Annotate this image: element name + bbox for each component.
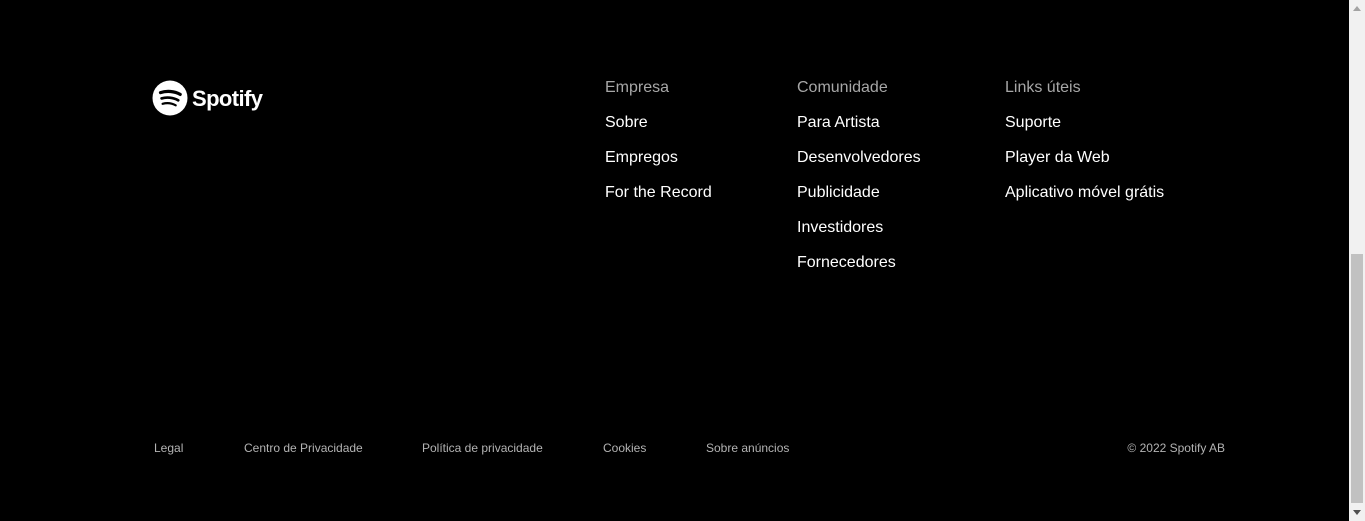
link-centro-de-privacidade[interactable]: Centro de Privacidade — [244, 440, 363, 456]
link-para-artista[interactable]: Para Artista — [797, 113, 921, 133]
column-links-uteis: Links úteis Suporte Player da Web Aplica… — [1005, 78, 1164, 218]
scrollbar-thumb[interactable] — [1351, 254, 1363, 503]
column-comunidade: Comunidade Para Artista Desenvolvedores … — [797, 78, 921, 288]
link-sobre[interactable]: Sobre — [605, 113, 712, 133]
link-empregos[interactable]: Empregos — [605, 148, 712, 168]
spotify-wordmark: Spotify — [192, 86, 263, 111]
link-cookies[interactable]: Cookies — [603, 440, 646, 456]
link-aplicativo-movel[interactable]: Aplicativo móvel grátis — [1005, 183, 1164, 203]
link-desenvolvedores[interactable]: Desenvolvedores — [797, 148, 921, 168]
link-publicidade[interactable]: Publicidade — [797, 183, 921, 203]
column-heading: Links úteis — [1005, 79, 1081, 96]
link-suporte[interactable]: Suporte — [1005, 113, 1164, 133]
arrow-up-icon — [1353, 6, 1361, 11]
scroll-up-button[interactable] — [1349, 0, 1365, 17]
column-heading: Comunidade — [797, 79, 888, 96]
link-politica-de-privacidade[interactable]: Política de privacidade — [422, 440, 543, 456]
column-empresa: Empresa Sobre Empregos For the Record — [605, 78, 712, 218]
link-sobre-anuncios[interactable]: Sobre anúncios — [706, 440, 789, 456]
link-investidores[interactable]: Investidores — [797, 218, 921, 238]
footer: Spotify Empresa Sobre Empregos For the R… — [0, 0, 1349, 521]
copyright-text: © 2022 Spotify AB — [1127, 441, 1225, 455]
vertical-scrollbar[interactable] — [1349, 0, 1365, 521]
page: Spotify Empresa Sobre Empregos For the R… — [0, 0, 1365, 521]
column-heading: Empresa — [605, 79, 670, 96]
link-player-da-web[interactable]: Player da Web — [1005, 148, 1164, 168]
link-for-the-record[interactable]: For the Record — [605, 183, 712, 203]
link-fornecedores[interactable]: Fornecedores — [797, 253, 921, 273]
link-legal[interactable]: Legal — [154, 440, 183, 456]
arrow-down-icon — [1353, 510, 1361, 515]
scroll-down-button[interactable] — [1349, 504, 1365, 521]
spotify-logo-link[interactable]: Spotify — [152, 80, 263, 118]
